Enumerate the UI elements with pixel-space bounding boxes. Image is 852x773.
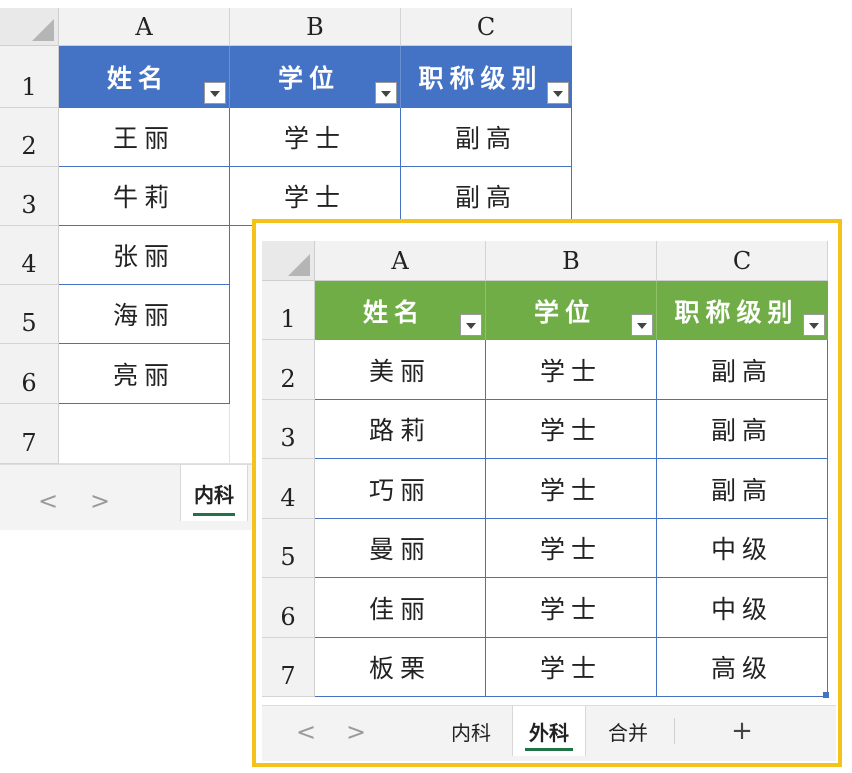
- cell-a2[interactable]: 美丽: [315, 340, 486, 400]
- row-header-2[interactable]: 2: [0, 108, 59, 167]
- tab-internal-medicine[interactable]: 内科: [180, 465, 248, 521]
- header-cell-title-level[interactable]: 职称级别: [401, 46, 572, 108]
- select-all-corner-icon[interactable]: [262, 241, 315, 281]
- cell-a7[interactable]: [59, 404, 230, 464]
- header-cell-name[interactable]: 姓名: [59, 46, 230, 108]
- tab-separator: [674, 718, 675, 744]
- row-header-3[interactable]: 3: [262, 400, 315, 459]
- row-header-5[interactable]: 5: [0, 285, 59, 344]
- header-cell-degree[interactable]: 学位: [230, 46, 401, 108]
- cell-b3[interactable]: 学士: [486, 400, 657, 459]
- row-header-3[interactable]: 3: [0, 167, 59, 226]
- col-header-c[interactable]: C: [657, 241, 828, 281]
- cell-c5[interactable]: 中级: [657, 519, 828, 578]
- cell-a6[interactable]: 佳丽: [315, 578, 486, 638]
- cell-a5[interactable]: 海丽: [59, 285, 230, 344]
- row-header-4[interactable]: 4: [262, 459, 315, 519]
- cell-b2[interactable]: 学士: [230, 108, 401, 167]
- cell-a3[interactable]: 牛莉: [59, 167, 230, 226]
- cell-c7[interactable]: 高级: [657, 638, 828, 697]
- add-sheet-icon[interactable]: +: [712, 706, 772, 756]
- col-header-b[interactable]: B: [230, 8, 401, 46]
- tab-surgery[interactable]: 外科: [512, 706, 586, 756]
- nav-next-icon[interactable]: >: [90, 487, 110, 515]
- cell-a7[interactable]: 板栗: [315, 638, 486, 697]
- cell-c3[interactable]: 副高: [401, 167, 572, 226]
- cell-a5[interactable]: 曼丽: [315, 519, 486, 578]
- nav-next-icon[interactable]: >: [346, 718, 366, 746]
- row-header-7[interactable]: 7: [262, 638, 315, 697]
- row-header-5[interactable]: 5: [262, 519, 315, 578]
- highlight-frame: A B C 1 2 3 4 5 6 7 姓名 学位 职称级别 美丽 学士 副高 …: [252, 219, 842, 767]
- row-header-1[interactable]: 1: [262, 281, 315, 340]
- row-header-1[interactable]: 1: [0, 46, 59, 108]
- front-sheet: A B C 1 2 3 4 5 6 7 姓名 学位 职称级别 美丽 学士 副高 …: [262, 229, 836, 765]
- header-cell-degree[interactable]: 学位: [486, 281, 657, 340]
- filter-dropdown-icon[interactable]: [204, 82, 226, 104]
- cell-c6[interactable]: 中级: [657, 578, 828, 638]
- cell-a2[interactable]: 王丽: [59, 108, 230, 167]
- cell-c3[interactable]: 副高: [657, 400, 828, 459]
- cell-b5[interactable]: 学士: [486, 519, 657, 578]
- filter-dropdown-icon[interactable]: [547, 82, 569, 104]
- cell-a4[interactable]: 巧丽: [315, 459, 486, 519]
- filter-dropdown-icon[interactable]: [803, 314, 825, 336]
- col-header-c[interactable]: C: [401, 8, 572, 46]
- row-header-6[interactable]: 6: [262, 578, 315, 638]
- nav-prev-icon[interactable]: <: [38, 487, 58, 515]
- row-header-2[interactable]: 2: [262, 340, 315, 400]
- col-header-a[interactable]: A: [59, 8, 230, 46]
- cell-b3[interactable]: 学士: [230, 167, 401, 226]
- tab-internal-medicine[interactable]: 内科: [438, 706, 504, 756]
- cell-c2[interactable]: 副高: [657, 340, 828, 400]
- fill-handle[interactable]: [823, 692, 829, 698]
- row-header-7[interactable]: 7: [0, 404, 59, 464]
- header-cell-name[interactable]: 姓名: [315, 281, 486, 340]
- header-cell-title-level[interactable]: 职称级别: [657, 281, 828, 340]
- cell-a4[interactable]: 张丽: [59, 226, 230, 285]
- sheet-tab-bar: < > 内科 外科 合并 +: [262, 705, 836, 761]
- cell-a6[interactable]: 亮丽: [59, 344, 230, 404]
- cell-b6[interactable]: 学士: [486, 578, 657, 638]
- row-header-4[interactable]: 4: [0, 226, 59, 285]
- cell-b4[interactable]: 学士: [486, 459, 657, 519]
- filter-dropdown-icon[interactable]: [631, 314, 653, 336]
- cell-a3[interactable]: 路莉: [315, 400, 486, 459]
- cell-b7[interactable]: 学士: [486, 638, 657, 697]
- filter-dropdown-icon[interactable]: [375, 82, 397, 104]
- filter-dropdown-icon[interactable]: [460, 314, 482, 336]
- cell-c4[interactable]: 副高: [657, 459, 828, 519]
- tab-merge[interactable]: 合并: [592, 706, 664, 756]
- select-all-corner-icon[interactable]: [0, 8, 59, 46]
- col-header-b[interactable]: B: [486, 241, 657, 281]
- row-header-6[interactable]: 6: [0, 344, 59, 404]
- col-header-a[interactable]: A: [315, 241, 486, 281]
- cell-b2[interactable]: 学士: [486, 340, 657, 400]
- cell-c2[interactable]: 副高: [401, 108, 572, 167]
- nav-prev-icon[interactable]: <: [296, 718, 316, 746]
